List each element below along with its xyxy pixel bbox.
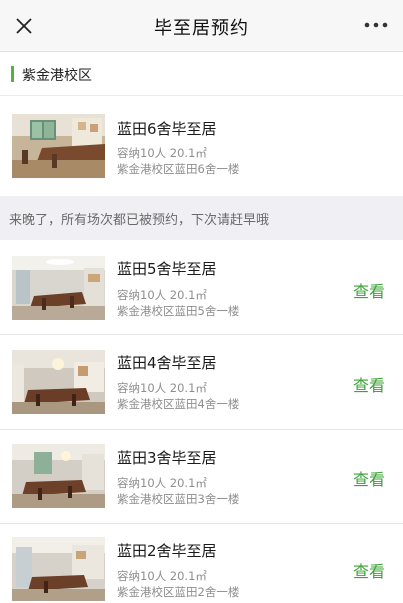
room-capacity: 容纳10人 20.1㎡ <box>117 146 207 160</box>
booking-page: 毕至居预约 紫金港校区 蓝田6舍毕至居 容纳10人 20.1㎡ 紫金港校区蓝田6… <box>0 0 403 603</box>
room-name: 蓝田6舍毕至居 <box>117 120 217 138</box>
room-name: 蓝田3舍毕至居 <box>117 449 217 467</box>
more-icon[interactable] <box>363 18 389 32</box>
view-button[interactable]: 查看 <box>353 558 385 582</box>
room-card[interactable]: 蓝田2舍毕至居 容纳10人 20.1㎡ 紫金港校区蓝田2舍一楼 查看 <box>0 524 403 603</box>
room-name: 蓝田2舍毕至居 <box>117 542 217 560</box>
room-name: 蓝田4舍毕至居 <box>117 354 217 372</box>
campus-label: 紫金港校区 <box>22 68 92 84</box>
room-address: 紫金港校区蓝田4舍一楼 <box>117 397 240 411</box>
room-address: 紫金港校区蓝田6舍一楼 <box>117 162 240 176</box>
room-address: 紫金港校区蓝田3舍一楼 <box>117 492 240 506</box>
top-bar: 毕至居预约 <box>0 0 403 52</box>
room-capacity: 容纳10人 20.1㎡ <box>117 569 207 583</box>
fully-booked-notice: 来晚了，所有场次都已被预约，下次请赶早哦 <box>0 196 403 240</box>
room-name: 蓝田5舍毕至居 <box>117 260 217 278</box>
view-button[interactable]: 查看 <box>353 466 385 490</box>
page-title: 毕至居预约 <box>154 18 249 39</box>
room-photo <box>12 350 105 414</box>
room-address: 紫金港校区蓝田2舍一楼 <box>117 585 240 599</box>
room-capacity: 容纳10人 20.1㎡ <box>117 381 207 395</box>
room-photo <box>12 537 105 601</box>
notice-text: 来晚了，所有场次都已被预约，下次请赶早哦 <box>9 213 270 228</box>
view-button[interactable]: 查看 <box>353 278 385 302</box>
room-card[interactable]: 蓝田4舍毕至居 容纳10人 20.1㎡ 紫金港校区蓝田4舍一楼 查看 <box>0 335 403 429</box>
room-photo <box>12 444 105 508</box>
room-photo <box>12 114 105 178</box>
room-card-featured[interactable]: 蓝田6舍毕至居 容纳10人 20.1㎡ 紫金港校区蓝田6舍一楼 <box>0 96 403 196</box>
room-capacity: 容纳10人 20.1㎡ <box>117 476 207 490</box>
section-accent-bar <box>11 66 14 82</box>
view-button[interactable]: 查看 <box>353 372 385 396</box>
room-capacity: 容纳10人 20.1㎡ <box>117 288 207 302</box>
room-card[interactable]: 蓝田5舍毕至居 容纳10人 20.1㎡ 紫金港校区蓝田5舍一楼 查看 <box>0 240 403 334</box>
campus-section-header: 紫金港校区 <box>0 52 403 96</box>
room-card[interactable]: 蓝田3舍毕至居 容纳10人 20.1㎡ 紫金港校区蓝田3舍一楼 查看 <box>0 430 403 523</box>
room-photo <box>12 256 105 320</box>
room-address: 紫金港校区蓝田5舍一楼 <box>117 304 240 318</box>
